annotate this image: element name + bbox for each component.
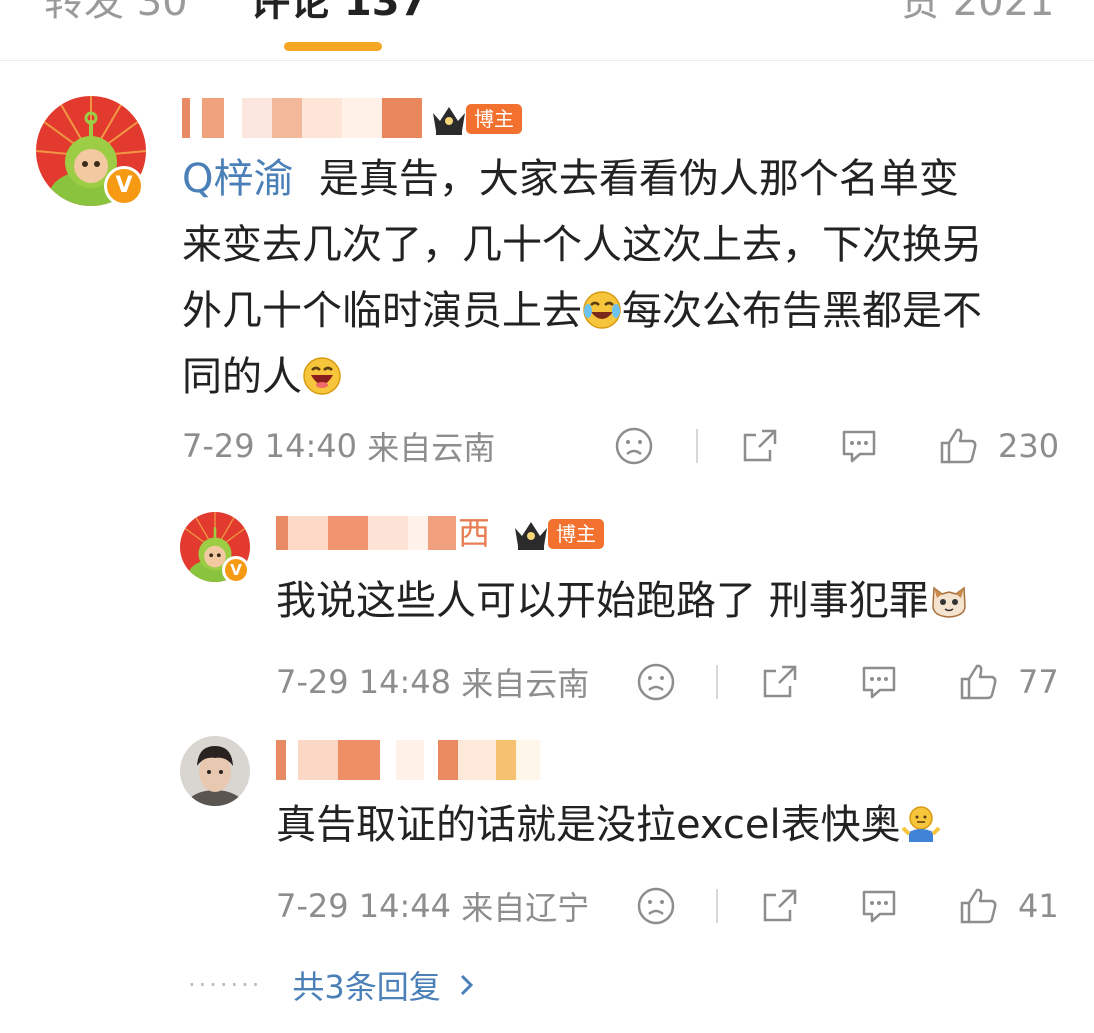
comment-line: 同的人 [182,354,302,400]
comment-line: 每次公布告黑都是不 [622,288,982,334]
comment-icon [842,430,876,463]
reply-meta: 7-29 14:44 来自辽宁 [276,886,590,927]
reply-button[interactable] [858,662,900,702]
comment-line: 来变去几次了，几十个人这次上去，下次换另 [182,222,982,268]
dislike-button[interactable] [614,426,654,466]
topic-link[interactable]: Q梓渝 [182,156,293,202]
dislike-button[interactable] [636,662,676,702]
blogger-badge: 博主 [430,99,522,139]
timestamp: 7-29 14:44 [276,887,452,925]
reply-meta: 7-29 14:48 来自云南 [276,662,590,703]
divider [716,665,718,699]
verified-badge-icon: V [104,166,144,206]
share-icon [763,889,797,922]
comment-text: Q梓渝 是真告，大家去看看伪人那个名单变 来变去几次了，几十个人这次上去，下次换… [182,146,1072,410]
comment-line: 外几十个临时演员上去 [182,288,582,334]
cat-emoji-icon [931,586,966,618]
like-button[interactable]: 41 [958,886,1059,926]
tab-likes[interactable]: 赞 2021 [900,0,1055,26]
crown-icon [433,107,465,135]
comment-line: 是真告，大家去看看伪人那个名单变 [318,156,959,202]
username-blurred[interactable] [276,740,540,780]
blogger-badge: 博主 [512,514,604,554]
tab-comments[interactable]: 评论 137 [250,0,427,26]
active-tab-indicator [284,42,382,51]
more-replies-link[interactable]: ······· 共3条回复 [188,962,479,1008]
blogger-label: 博主 [548,519,604,549]
location: 来自云南 [367,429,496,467]
tab-bar: 转发 30 评论 137 赞 2021 [0,0,1094,61]
like-count: 41 [1018,887,1059,925]
username-suffix[interactable]: 西 [458,514,490,552]
timestamp: 7-29 14:40 [182,427,358,465]
like-button[interactable]: 77 [958,662,1059,702]
comment-meta: 7-29 14:40 来自云南 [182,426,496,467]
dots-divider: ······· [188,971,263,999]
comment-icon [862,666,896,699]
chevron-right-icon [460,974,473,996]
reply-text: 我说这些人可以开始跑路了 刑事犯罪 [276,568,969,634]
thumbs-up-icon [960,664,997,700]
thumbs-up-icon [960,888,997,924]
avatar[interactable] [180,736,250,806]
sad-face-icon [637,887,675,925]
location: 来自辽宁 [461,889,590,927]
username-blurred[interactable] [182,98,432,138]
laugh-cry-emoji-icon [583,291,621,329]
like-count: 77 [1018,663,1059,701]
shrug-emoji-icon [901,806,941,842]
location: 来自云南 [461,665,590,703]
share-button[interactable] [740,426,780,466]
share-icon [763,665,797,698]
laughing-emoji-icon [303,357,341,395]
divider [696,429,698,463]
reply-button[interactable] [858,886,900,926]
username-blurred[interactable] [276,516,456,550]
share-button[interactable] [760,662,800,702]
share-button[interactable] [760,886,800,926]
dislike-button[interactable] [636,886,676,926]
comment-icon [862,890,896,923]
reply-button[interactable] [838,426,880,466]
crown-icon [515,522,547,550]
more-replies-label: 共3条回复 [292,968,441,1006]
verified-badge-icon: V [222,556,250,584]
like-button[interactable]: 230 [938,426,1059,466]
thumbs-up-icon [940,428,977,464]
share-icon [743,429,777,462]
like-count: 230 [998,427,1060,465]
sad-face-icon [637,663,675,701]
reply-text: 真告取证的话就是没拉excel表快奥 [276,792,941,858]
divider [716,889,718,923]
tab-reposts[interactable]: 转发 30 [44,0,188,26]
blogger-label: 博主 [466,104,522,134]
sad-face-icon [615,427,653,465]
timestamp: 7-29 14:48 [276,663,452,701]
